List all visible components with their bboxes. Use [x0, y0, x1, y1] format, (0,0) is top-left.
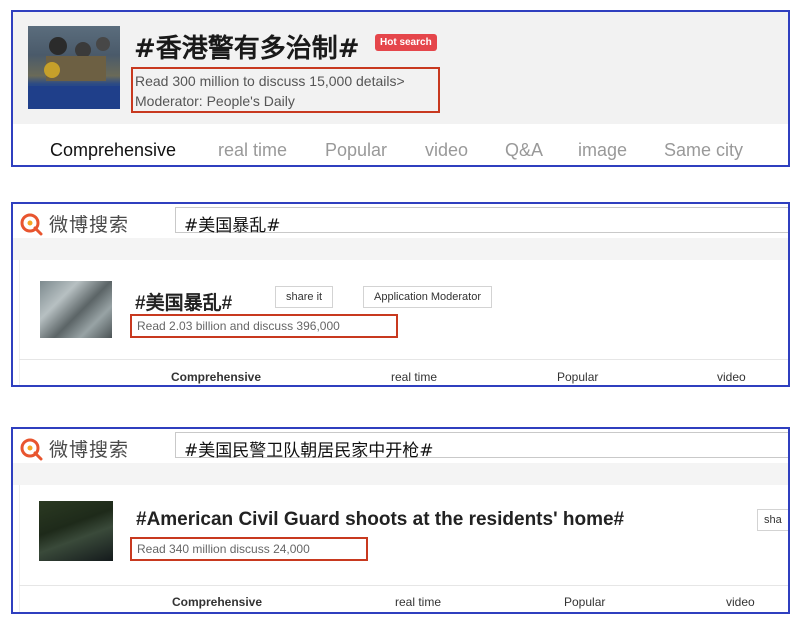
tab-video[interactable]: video — [425, 140, 468, 161]
search-input[interactable]: #美国暴乱# — [175, 207, 788, 236]
topic-title[interactable]: #美国暴乱# — [135, 288, 232, 315]
separator-band — [13, 463, 788, 485]
search-input[interactable]: #美国民警卫队朝居民家中开枪# — [175, 432, 788, 461]
read-discuss-stats: Read 340 million discuss 24,000 — [137, 542, 310, 556]
search-bar-row: 微博搜索 #美国民警卫队朝居民家中开枪# — [13, 429, 788, 463]
moderator-info: Moderator: People's Daily — [135, 93, 295, 109]
weibo-search-panel-1: 微博搜索 #美国暴乱# #美国暴乱# share it Application … — [11, 202, 790, 387]
divider — [19, 359, 788, 360]
logo-text: 微博搜索 — [49, 439, 130, 461]
tab-comprehensive[interactable]: Comprehensive — [171, 370, 261, 384]
topic-thumbnail[interactable] — [40, 281, 112, 338]
topic-thumbnail[interactable] — [28, 26, 120, 109]
divider — [19, 585, 788, 586]
weibo-search-panel-2: 微博搜索 #美国民警卫队朝居民家中开枪# #American Civil Gua… — [11, 427, 790, 614]
separator-band — [13, 238, 788, 260]
tab-qa[interactable]: Q&A — [505, 140, 543, 161]
apply-moderator-button[interactable]: Application Moderator — [363, 286, 493, 308]
weibo-search-logo[interactable]: 微博搜索 — [19, 435, 129, 462]
tab-popular[interactable]: Popular — [325, 140, 387, 161]
tab-video[interactable]: video — [717, 370, 746, 384]
tab-real-time[interactable]: real time — [395, 595, 441, 609]
tab-real-time[interactable]: real time — [218, 140, 287, 161]
read-discuss-stats[interactable]: Read 300 million to discuss 15,000 detai… — [135, 73, 405, 89]
tab-real-time[interactable]: real time — [391, 370, 437, 384]
tab-popular[interactable]: Popular — [564, 595, 605, 609]
read-discuss-stats: Read 2.03 billion and discuss 396,000 — [137, 319, 340, 333]
magnifier-logo-icon — [20, 438, 43, 460]
share-button[interactable]: share it — [275, 286, 334, 308]
hot-search-badge: Hot search — [375, 34, 437, 51]
weibo-search-logo[interactable]: 微博搜索 — [19, 210, 129, 237]
topic-title: #香港警有多治制# — [134, 34, 360, 64]
tab-same-city[interactable]: Same city — [664, 140, 743, 161]
logo-text: 微博搜索 — [49, 214, 130, 236]
topic-title[interactable]: #American Civil Guard shoots at the resi… — [136, 509, 624, 531]
hot-topic-panel: #香港警有多治制# Hot search Read 300 million to… — [11, 10, 790, 167]
tab-popular[interactable]: Popular — [557, 370, 598, 384]
topic-thumbnail[interactable] — [39, 501, 113, 561]
magnifier-logo-icon — [20, 213, 43, 235]
tab-comprehensive[interactable]: Comprehensive — [50, 140, 176, 161]
tab-video[interactable]: video — [726, 595, 755, 609]
tab-image[interactable]: image — [578, 140, 627, 161]
share-button[interactable]: sha — [757, 509, 788, 531]
tab-comprehensive[interactable]: Comprehensive — [172, 595, 262, 609]
search-query: #美国民警卫队朝居民家中开枪# — [184, 441, 434, 461]
search-bar-row: 微博搜索 #美国暴乱# — [13, 204, 788, 238]
search-query: #美国暴乱# — [184, 216, 281, 236]
